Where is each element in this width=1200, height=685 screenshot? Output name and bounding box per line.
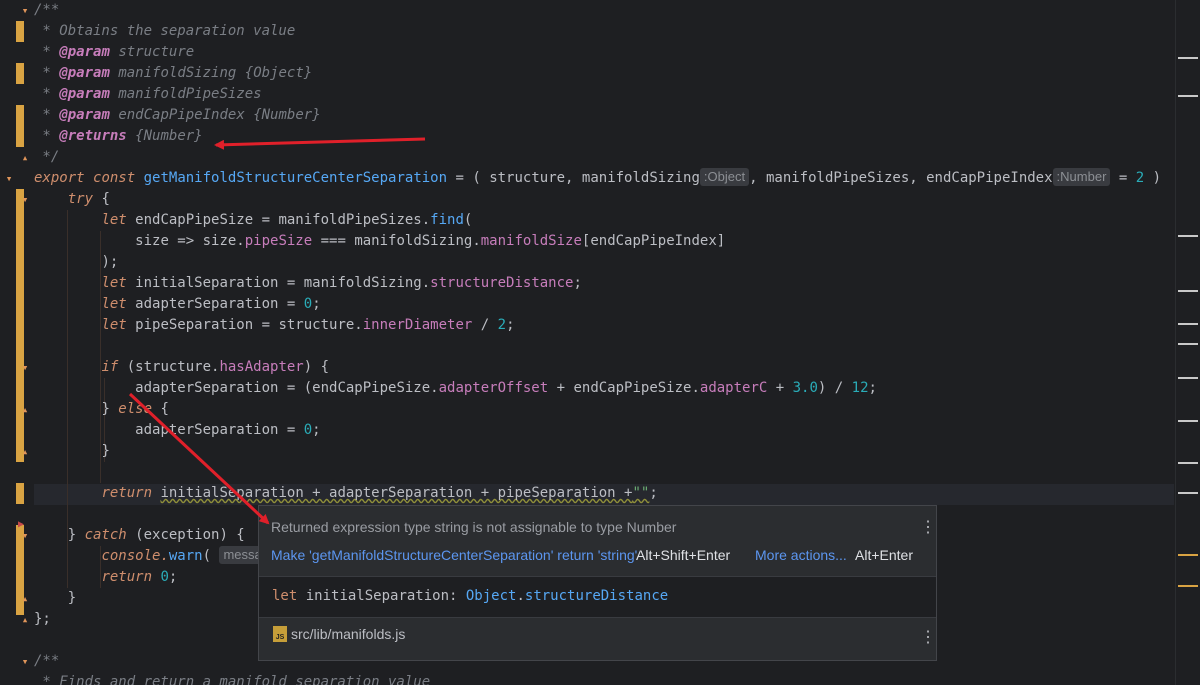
file-path-link[interactable]: src/lib/manifolds.js [291,626,405,642]
kebab-menu-icon[interactable]: ⋮ [920,520,936,536]
code-line: * @param manifoldSizing {Object} [34,65,313,81]
code-line: let initialSeparation = manifoldSizing.s… [101,275,582,291]
code-line: return 0; [101,569,178,585]
code-line: * Obtains the separation value [34,23,296,39]
type-hint: :Object [699,168,750,186]
declaration-text: let initialSeparation: Object.structureD… [272,588,669,604]
change-marker [16,63,24,84]
code-line: /** [34,2,60,18]
code-line: let endCapPipeSize = manifoldPipeSizes.f… [101,212,473,228]
code-line: try { [67,191,110,207]
code-line-return: return initialSeparation + adapterSepara… [101,485,658,501]
inspection-message: Returned expression type string is not a… [271,519,677,535]
code-line: adapterSeparation = 0; [135,422,321,438]
stripe-marker[interactable] [1178,323,1198,325]
fold-arrow-icon[interactable]: ▾ [18,655,32,669]
code-line: /** [34,653,60,669]
stripe-marker[interactable] [1178,290,1198,292]
code-line: if (structure.hasAdapter) { [101,359,330,375]
fold-arrow-icon[interactable]: ▾ [18,361,32,375]
kebab-menu-icon[interactable]: ⋮ [920,630,936,646]
stripe-marker[interactable] [1178,57,1198,59]
code-line: adapterSeparation = (endCapPipeSize.adap… [135,380,877,396]
stripe-marker[interactable] [1178,554,1198,556]
scrollbar-track [1175,0,1176,685]
more-actions-shortcut: Alt+Enter [855,547,913,563]
code-line: * @param endCapPipeIndex {Number} [34,107,321,123]
stripe-marker[interactable] [1178,235,1198,237]
code-line: console.warn( messa [34,546,266,567]
code-line: export const getManifoldStructureCenterS… [34,168,1161,186]
stripe-marker[interactable] [1178,377,1198,379]
code-line: * @returns {Number} [34,128,203,144]
fold-arrow-icon[interactable]: ▴ [18,592,32,606]
change-marker [16,105,24,147]
code-line: } [67,590,77,606]
inspection-popup: Returned expression type string is not a… [258,505,937,661]
type-hint: :Number [1052,168,1111,186]
quick-fix-shortcut: Alt+Shift+Enter [636,547,731,563]
fold-arrow-icon[interactable]: ▾ [18,4,32,18]
declaration-preview: let initialSeparation: Object.structureD… [259,576,936,618]
change-marker [16,189,24,462]
js-file-icon: JS [273,626,287,642]
code-line: let adapterSeparation = 0; [101,296,321,312]
fold-arrow-icon[interactable]: ▴ [18,403,32,417]
code-line: } [101,443,110,459]
quick-fix-link[interactable]: Make 'getManifoldStructureCenterSeparati… [271,547,637,563]
stripe-marker[interactable] [1178,585,1198,587]
code-line: * Finds and return a manifold separation… [34,674,431,685]
change-marker [16,21,24,42]
warning-underline[interactable]: initialSeparation + adapterSeparation + … [160,485,649,501]
code-line: */ [34,149,60,165]
code-line: * @param manifoldPipeSizes [34,86,262,102]
code-line: } else { [101,401,169,417]
code-line: let pipeSeparation = structure.innerDiam… [101,317,515,333]
stripe-marker[interactable] [1178,95,1198,97]
editor-gutter: ▾ ▴ ▾ ▾ ▾ ▴ ▴ ▶ ▾ ▴ ▴ ▾ [0,0,34,685]
fold-arrow-icon[interactable]: ▾ [2,172,16,186]
fold-arrow-icon[interactable]: ▴ [18,613,32,627]
fold-arrow-icon[interactable]: ▴ [18,151,32,165]
more-actions-link[interactable]: More actions... [755,547,847,563]
fold-arrow-icon[interactable]: ▴ [18,445,32,459]
code-line: } catch (exception) { [67,527,245,543]
code-line: ); [101,254,119,270]
stripe-marker[interactable] [1178,343,1198,345]
code-line: * @param structure [34,44,195,60]
editor-scrollbar[interactable] [1174,0,1200,685]
change-marker [16,483,24,504]
stripe-marker[interactable] [1178,462,1198,464]
stripe-marker[interactable] [1178,492,1198,494]
stripe-marker[interactable] [1178,420,1198,422]
code-line: }; [34,611,51,627]
code-line: size => size.pipeSize === manifoldSizing… [135,233,726,249]
fold-arrow-icon[interactable]: ▾ [18,529,32,543]
fold-arrow-icon[interactable]: ▾ [18,193,32,207]
